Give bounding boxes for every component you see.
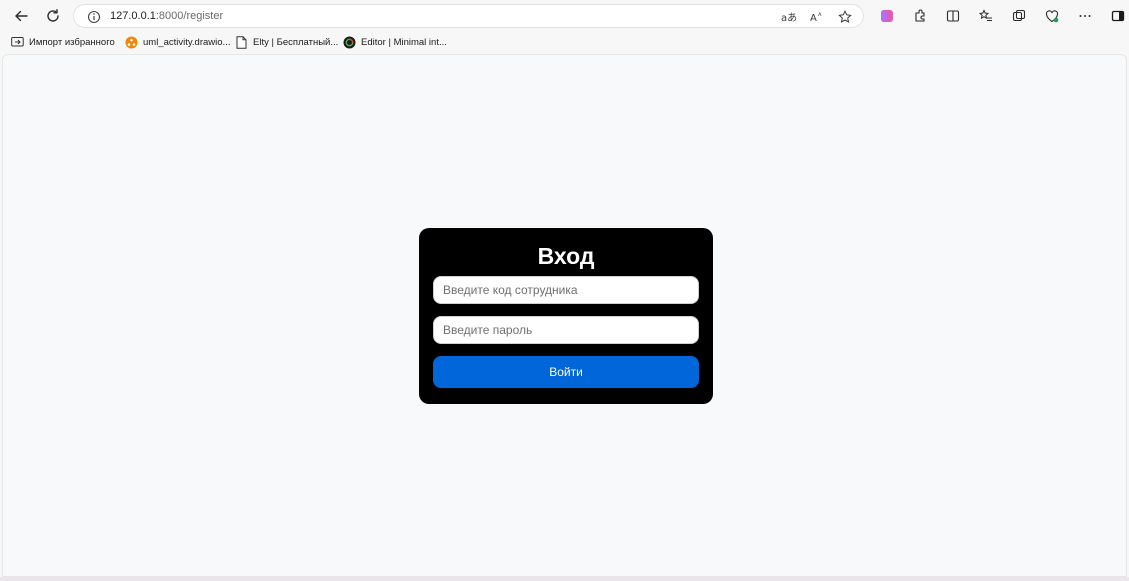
bookmark-elty[interactable]: Elty | Бесплатный... <box>234 34 338 50</box>
address-bar[interactable]: 127.0.0.1:8000/register aあ Aʌ <box>73 4 864 28</box>
employee-code-input[interactable] <box>433 276 699 304</box>
split-screen-icon[interactable] <box>936 2 969 30</box>
drawio-icon <box>124 35 138 49</box>
read-aloud-icon[interactable]: Aʌ <box>805 7 829 27</box>
login-title: Вход <box>537 243 595 269</box>
bookmark-label: Editor | Minimal int... <box>361 36 447 48</box>
password-input[interactable] <box>433 316 699 344</box>
browser-toolbar: 127.0.0.1:8000/register aあ Aʌ <box>0 0 1129 31</box>
bookmark-label: Elty | Бесплатный... <box>253 36 339 48</box>
reload-icon <box>47 9 59 22</box>
collections-icon[interactable] <box>1002 2 1035 30</box>
bookmarks-bar: Импорт избранного uml_activity.drawio...… <box>0 31 1129 53</box>
back-arrow-icon <box>15 10 28 22</box>
url-text[interactable]: 127.0.0.1:8000/register <box>110 10 223 22</box>
browser-tools <box>870 2 1129 30</box>
taskbar-edge <box>0 577 1129 581</box>
login-button[interactable]: Войти <box>433 356 699 388</box>
copilot-icon[interactable] <box>870 2 903 30</box>
login-form: Вход Войти <box>419 228 713 404</box>
bookmark-editor[interactable]: Editor | Minimal int... <box>342 34 447 50</box>
browser-essentials-icon[interactable] <box>1035 2 1068 30</box>
more-options-icon[interactable] <box>1068 2 1101 30</box>
bookmark-uml-activity[interactable]: uml_activity.drawio... <box>124 34 230 50</box>
bookmark-label: uml_activity.drawio... <box>143 36 231 48</box>
svg-text:aあ: aあ <box>781 12 797 24</box>
page-viewport: Вход Войти <box>2 54 1127 577</box>
svg-text:A: A <box>810 13 817 24</box>
url-path: :8000/register <box>155 10 224 22</box>
address-bar-actions: aあ Aʌ <box>777 7 857 27</box>
editor-logo-icon <box>342 35 356 49</box>
bookmark-import-favorites[interactable]: Импорт избранного <box>10 34 115 50</box>
favorites-list-icon[interactable] <box>969 2 1002 30</box>
favorite-star-icon[interactable] <box>833 7 857 27</box>
bookmark-label: Импорт избранного <box>29 36 115 48</box>
url-host: 127.0.0.1 <box>110 10 156 22</box>
reload-button[interactable] <box>38 2 68 30</box>
sidebar-toggle-icon[interactable] <box>1101 2 1129 30</box>
back-button[interactable] <box>6 2 36 30</box>
site-info-icon[interactable] <box>86 9 102 25</box>
svg-text:ʌ: ʌ <box>818 11 822 18</box>
import-favorites-icon <box>10 35 24 49</box>
extensions-icon[interactable] <box>903 2 936 30</box>
translate-icon[interactable]: aあ <box>777 7 801 27</box>
page-icon <box>234 35 248 49</box>
